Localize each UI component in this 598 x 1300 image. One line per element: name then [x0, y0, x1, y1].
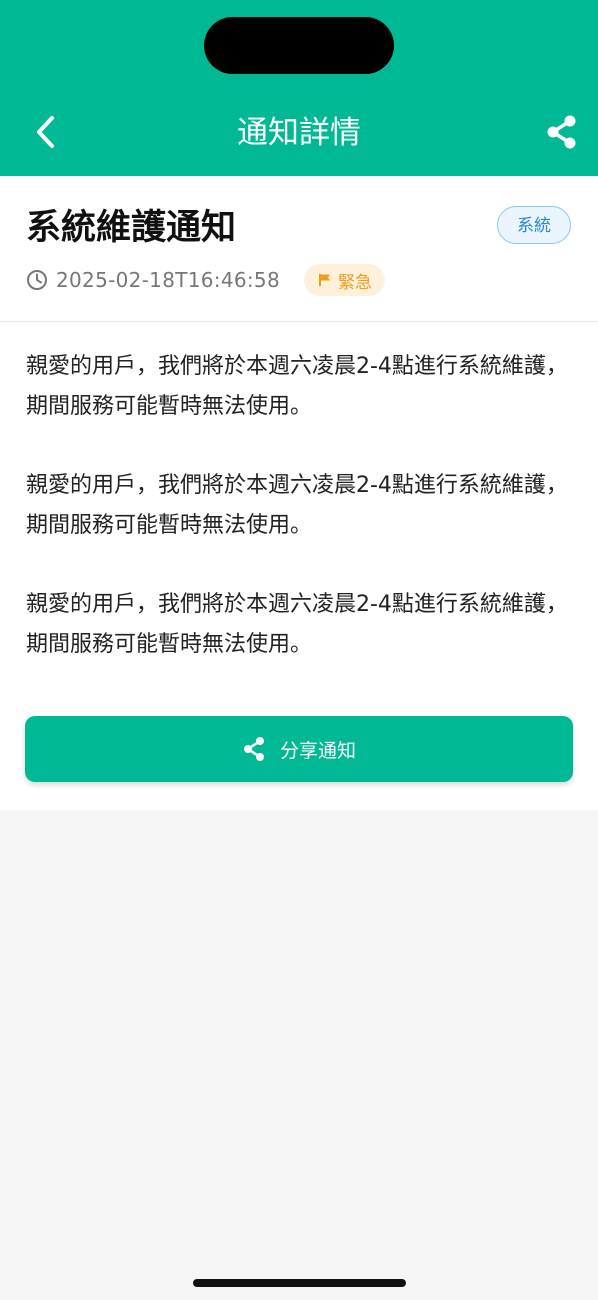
- share-button-header[interactable]: [542, 114, 582, 154]
- home-indicator[interactable]: [193, 1279, 406, 1287]
- flag-icon: [318, 273, 332, 287]
- share-notice-button[interactable]: 分享通知: [25, 716, 573, 782]
- clock-icon: [26, 269, 48, 291]
- divider: [0, 321, 598, 322]
- notice-title: 系統維護通知: [26, 208, 237, 248]
- priority-label: 緊急: [337, 272, 372, 293]
- notice-paragraph: 親愛的用戶，我們將於本週六凌晨2-4點進行系統維護，期間服務可能暫時無法使用。: [26, 354, 568, 419]
- category-badge: 系統: [497, 206, 571, 244]
- share-button-label: 分享通知: [279, 739, 356, 762]
- dynamic-island: [204, 17, 394, 74]
- priority-badge: 緊急: [303, 264, 385, 296]
- notice-paragraph: 親愛的用戶，我們將於本週六凌晨2-4點進行系統維護，期間服務可能暫時無法使用。: [26, 592, 568, 657]
- app-header: 通知詳情: [0, 0, 598, 176]
- share-icon: [546, 115, 578, 153]
- notice-meta: 2025-02-18T16:46:58 緊急: [26, 264, 385, 296]
- timestamp: 2025-02-18T16:46:58: [56, 268, 280, 292]
- share-icon: [242, 737, 266, 761]
- notice-paragraph: 親愛的用戶，我們將於本週六凌晨2-4點進行系統維護，期間服務可能暫時無法使用。: [26, 473, 568, 538]
- page-title: 通知詳情: [237, 115, 361, 151]
